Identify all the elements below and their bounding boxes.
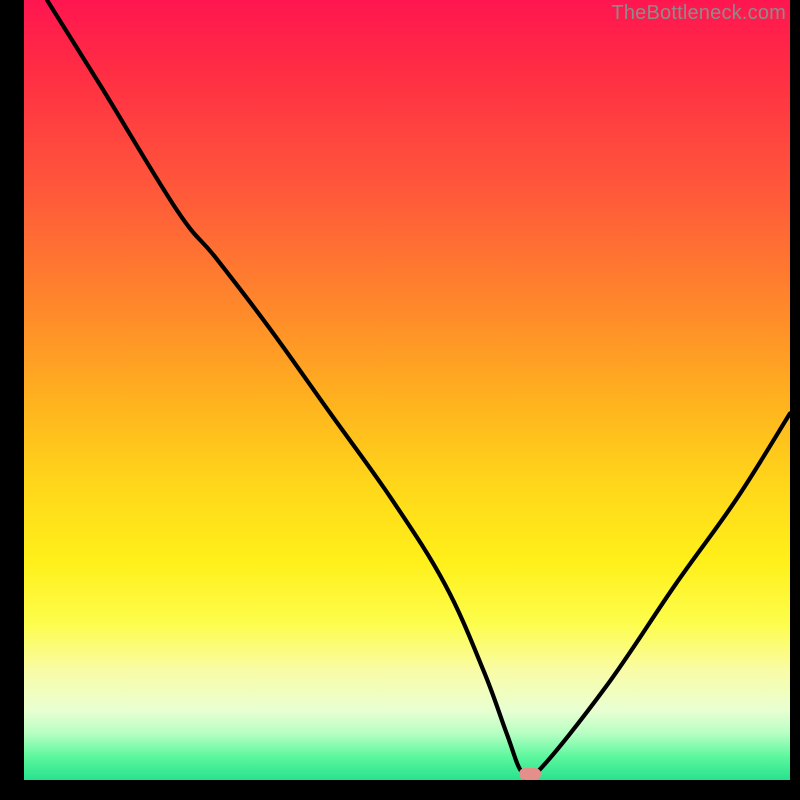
frame-right [790, 0, 800, 800]
optimal-point-marker [519, 768, 541, 780]
frame-bottom [0, 780, 800, 800]
chart-container: TheBottleneck.com [0, 0, 800, 800]
watermark-label: TheBottleneck.com [611, 2, 786, 25]
bottleneck-curve [24, 0, 790, 780]
frame-left [0, 0, 24, 800]
